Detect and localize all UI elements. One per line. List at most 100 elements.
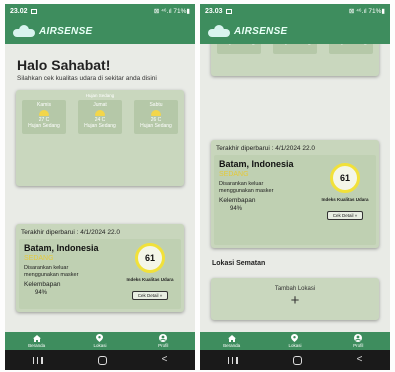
forecast-card: 27 C Hujan Sedang 24 C Hujan Sedang 26 C… <box>211 44 379 76</box>
last-updated-text: Terakhir diperbarui : 4/1/2024 22.0 <box>21 229 121 236</box>
nav-item-lokasi[interactable]: Lokasi <box>270 334 320 348</box>
home-content[interactable]: Halo Sahabat! Silahkan cek kualitas udar… <box>5 44 195 332</box>
sun-cloud-icon <box>95 110 105 116</box>
forecast-day: 24 C Hujan Sedang <box>273 44 317 54</box>
plus-icon: + <box>290 292 300 309</box>
nav-label-profil: Profil <box>158 343 169 348</box>
air-quality-details: Batam, Indonesia SEDANG Disarankan kelua… <box>19 239 181 309</box>
forecast-condition: Hujan Sedang <box>28 123 60 129</box>
aqi-circle: 61 <box>330 163 360 193</box>
nav-label-beranda: Beranda <box>28 342 46 348</box>
forecast-day-name: Kamis <box>37 102 51 108</box>
humidity-value: 94% <box>35 290 48 296</box>
sun-cloud-icon <box>151 110 161 116</box>
bottom-navigation: Beranda Lokasi Profil <box>200 332 390 350</box>
air-quality-card[interactable]: Terakhir diperbarui : 4/1/2024 22.0 Bata… <box>16 224 184 312</box>
forecast-condition: Hujan Sedang <box>273 44 317 46</box>
app-logo: AIRSENSE <box>208 25 288 37</box>
back-icon[interactable]: < <box>357 355 363 365</box>
phone-screen-right: 23.03 ⊠ ⁴⁶.ıl 71%▮ AIRSENSE 27 C Hujan S… <box>200 4 390 370</box>
check-detail-button[interactable]: Cek Detail » <box>327 211 363 220</box>
gallery-notification-icon <box>225 8 232 14</box>
home-button-icon[interactable] <box>97 355 107 365</box>
advice-text: Disarankan keluar menggunakan masker <box>219 181 274 194</box>
city-name: Batam, Indonesia <box>219 159 294 169</box>
recent-apps-icon[interactable] <box>227 356 238 364</box>
forecast-day: Sabtu 26 C Hujan Sedang <box>134 100 178 134</box>
location-pin-icon <box>291 334 299 342</box>
forecast-day-name: Jumat <box>93 102 107 108</box>
forecast-condition: Hujan Sedang <box>329 44 373 46</box>
back-icon[interactable]: < <box>162 355 168 365</box>
forecast-condition: Hujan Sedang <box>217 44 261 46</box>
nav-label-beranda: Beranda <box>223 342 241 348</box>
nav-item-profil[interactable]: Profil <box>333 334 383 348</box>
nav-label-lokasi: Lokasi <box>93 343 107 348</box>
humidity-label: Kelembapan <box>24 281 61 288</box>
bottom-navigation: Beranda Lokasi Profil <box>5 332 195 350</box>
app-bar: AIRSENSE <box>5 18 195 44</box>
humidity-label: Kelembapan <box>219 197 256 204</box>
aqi-circle: 61 <box>135 243 165 273</box>
greeting-title: Halo Sahabat! <box>17 57 111 73</box>
app-logo: AIRSENSE <box>13 25 93 37</box>
nav-item-beranda[interactable]: Beranda <box>12 334 62 348</box>
aqi-value: 61 <box>339 173 350 183</box>
status-bar: 23.02 ⊠ ⁴⁶.ıl 71%▮ <box>5 4 195 18</box>
aqi-label: Indeks Kualitas Udara <box>126 277 174 282</box>
nav-label-profil: Profil <box>353 343 364 348</box>
sun-cloud-icon <box>39 110 49 116</box>
forecast-days: Kamis 27 C Hujan Sedang Jumat 24 C Hujan… <box>22 100 178 134</box>
status-bar: 23.03 ⊠ ⁴⁶.ıl 71%▮ <box>200 4 390 18</box>
city-name: Batam, Indonesia <box>24 243 99 253</box>
humidity-value: 94% <box>230 206 243 212</box>
forecast-day: Jumat 24 C Hujan Sedang <box>78 100 122 134</box>
forecast-days: 27 C Hujan Sedang 24 C Hujan Sedang 26 C… <box>217 44 373 54</box>
add-location-card[interactable]: Tambah Lokasi + <box>211 278 379 320</box>
air-quality-details: Batam, Indonesia SEDANG Disarankan kelua… <box>214 155 376 245</box>
aqi-value: 61 <box>144 253 155 263</box>
nav-item-profil[interactable]: Profil <box>138 334 188 348</box>
status-icons: ⊠ ⁴⁶.ıl 71%▮ <box>153 8 190 15</box>
last-updated-text: Terakhir diperbarui : 4/1/2024 22.0 <box>216 145 316 152</box>
home-button-icon[interactable] <box>292 355 302 365</box>
air-quality-card[interactable]: Terakhir diperbarui : 4/1/2024 22.0 Bata… <box>211 140 379 248</box>
status-icons: ⊠ ⁴⁶.ıl 71%▮ <box>348 8 385 15</box>
forecast-day: Kamis 27 C Hujan Sedang <box>22 100 66 134</box>
home-icon <box>32 334 41 342</box>
profile-icon <box>354 334 363 342</box>
app-name: AIRSENSE <box>234 25 288 37</box>
forecast-card: Hujan Sedang Kamis 27 C Hujan Sedang Jum… <box>16 90 184 186</box>
greeting-subtitle: Silahkan cek kualitas udara di sekitar a… <box>17 75 157 82</box>
check-detail-button[interactable]: Cek Detail » <box>132 291 168 300</box>
forecast-condition: Hujan Sedang <box>140 123 172 129</box>
aqi-status: SEDANG <box>219 171 249 178</box>
nav-label-lokasi: Lokasi <box>288 343 302 348</box>
forecast-day: 27 C Hujan Sedang <box>217 44 261 54</box>
cloud-logo-icon <box>208 25 230 37</box>
home-content-scrolled[interactable]: 27 C Hujan Sedang 24 C Hujan Sedang 26 C… <box>200 44 390 332</box>
forecast-day: 26 C Hujan Sedang <box>329 44 373 54</box>
gallery-notification-icon <box>30 8 37 14</box>
app-bar: AIRSENSE <box>200 18 390 44</box>
forecast-day-name: Sabtu <box>149 102 163 108</box>
cloud-logo-icon <box>13 25 35 37</box>
nav-item-lokasi[interactable]: Lokasi <box>75 334 125 348</box>
app-name: AIRSENSE <box>39 25 93 37</box>
advice-text: Disarankan keluar menggunakan masker <box>24 265 79 278</box>
saved-locations-title: Lokasi Sematan <box>212 260 266 267</box>
system-navigation-bar: < <box>5 350 195 370</box>
forecast-condition: Hujan Sedang <box>84 123 116 129</box>
location-pin-icon <box>96 334 104 342</box>
aqi-status: SEDANG <box>24 255 54 262</box>
phone-screen-left: 23.02 ⊠ ⁴⁶.ıl 71%▮ AIRSENSE Halo Sahabat… <box>5 4 195 370</box>
home-icon <box>227 334 236 342</box>
recent-apps-icon[interactable] <box>32 356 43 364</box>
forecast-label: Hujan Sedang <box>85 93 115 98</box>
status-time: 23.03 <box>205 7 223 15</box>
aqi-label: Indeks Kualitas Udara <box>321 197 369 202</box>
profile-icon <box>159 334 168 342</box>
status-time: 23.02 <box>10 7 28 15</box>
system-navigation-bar: < <box>200 350 390 370</box>
nav-item-beranda[interactable]: Beranda <box>207 334 257 348</box>
